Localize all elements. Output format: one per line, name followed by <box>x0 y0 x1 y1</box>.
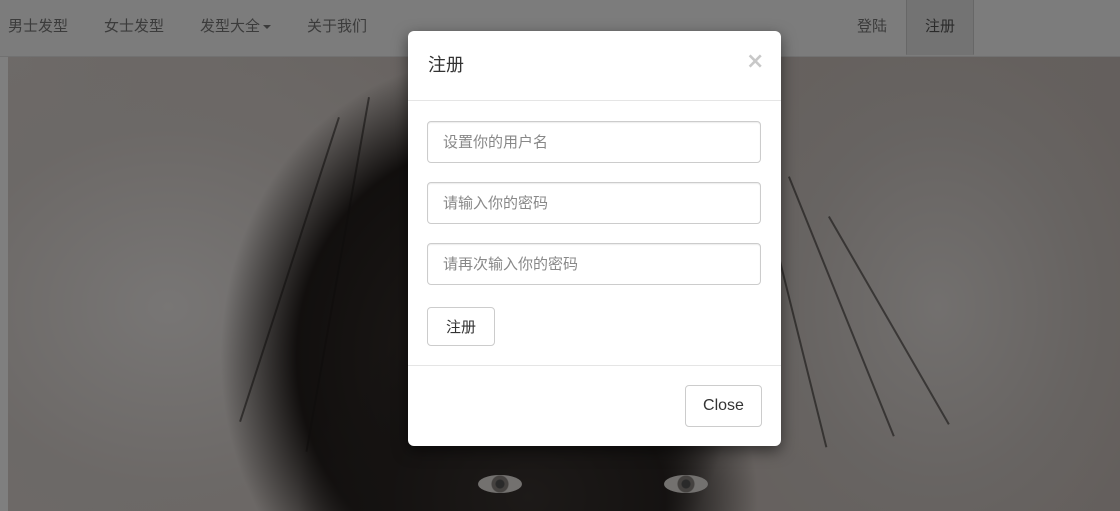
close-icon[interactable]: × <box>746 49 764 75</box>
password-input[interactable] <box>427 182 761 224</box>
modal-footer: Close <box>408 365 781 446</box>
close-button[interactable]: Close <box>685 385 762 427</box>
confirm-password-input[interactable] <box>427 243 761 285</box>
username-input[interactable] <box>427 121 761 163</box>
modal-header: 注册 × <box>408 31 781 101</box>
register-submit-button[interactable]: 注册 <box>427 307 495 346</box>
register-modal: 注册 × 注册 Close <box>408 31 781 446</box>
modal-title: 注册 <box>428 55 464 76</box>
